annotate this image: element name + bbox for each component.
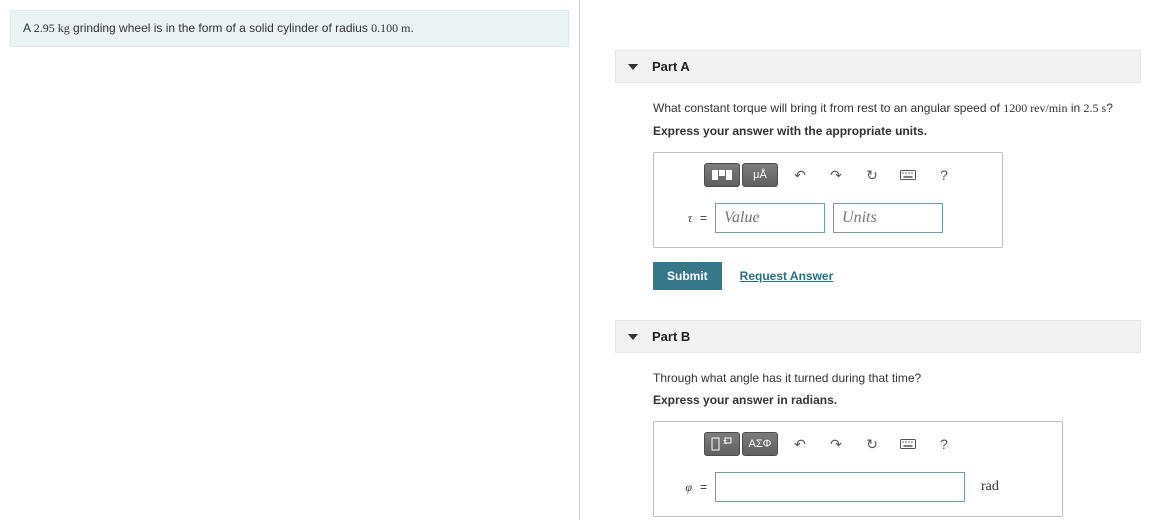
- part-b-body: Through what angle has it turned during …: [615, 371, 1141, 520]
- rad-unit: rad: [981, 479, 999, 495]
- problem-radius: 0.100 m: [371, 21, 410, 35]
- problem-text-a: A: [23, 21, 34, 35]
- caret-down-icon: [628, 334, 638, 340]
- part-b-title: Part B: [652, 329, 690, 344]
- part-a-toolbar: μÅ ↶ ↷ ↻ ?: [704, 163, 988, 187]
- undo-button[interactable]: ↶: [786, 163, 814, 187]
- phi-input[interactable]: [715, 472, 965, 502]
- problem-text-c: .: [411, 21, 414, 35]
- redo-button[interactable]: ↷: [822, 163, 850, 187]
- help-button[interactable]: ?: [930, 163, 958, 187]
- units-input[interactable]: [833, 203, 943, 233]
- qa-val: 1200 rev/min: [1003, 101, 1067, 115]
- keyboard-icon: [900, 170, 916, 180]
- greek-button[interactable]: ΑΣΦ: [742, 432, 778, 456]
- problem-column: A 2.95 kg grinding wheel is in the form …: [0, 0, 580, 520]
- help-button-b[interactable]: ?: [930, 432, 958, 456]
- part-a-question: What constant torque will bring it from …: [653, 101, 1141, 116]
- qa-pre: What constant torque will bring it from …: [653, 101, 1003, 115]
- problem-statement: A 2.95 kg grinding wheel is in the form …: [10, 10, 569, 47]
- part-b-header[interactable]: Part B: [615, 320, 1141, 353]
- undo-button-b[interactable]: ↶: [786, 432, 814, 456]
- part-b-section: Part B Through what angle has it turned …: [615, 320, 1141, 520]
- part-a-header[interactable]: Part A: [615, 50, 1141, 83]
- qa-mid: in: [1068, 101, 1084, 115]
- part-a-input-row: τ =: [668, 203, 988, 233]
- part-b-express: Express your answer in radians.: [653, 393, 1141, 407]
- part-b-answer-panel: x ΑΣΦ ↶ ↷ ↻ ? φ =: [653, 421, 1063, 517]
- part-a-title: Part A: [652, 59, 690, 74]
- keyboard-icon: [900, 439, 916, 449]
- request-answer-link-a[interactable]: Request Answer: [740, 269, 834, 283]
- submit-button-a[interactable]: Submit: [653, 262, 722, 290]
- layout: A 2.95 kg grinding wheel is in the form …: [0, 0, 1161, 520]
- part-b-toolbar: x ΑΣΦ ↶ ↷ ↻ ?: [704, 432, 1048, 456]
- part-a-express: Express your answer with the appropriate…: [653, 124, 1141, 138]
- part-a-answer-panel: μÅ ↶ ↷ ↻ ? τ =: [653, 152, 1003, 248]
- reset-button[interactable]: ↻: [858, 163, 886, 187]
- caret-down-icon: [628, 64, 638, 70]
- equals-b: =: [700, 480, 707, 494]
- equals-a: =: [700, 211, 707, 225]
- problem-text-b: grinding wheel is in the form of a solid…: [70, 21, 371, 35]
- qa-post: ?: [1106, 101, 1113, 115]
- keyboard-button-b[interactable]: [894, 432, 922, 456]
- part-a-actions: Submit Request Answer: [653, 262, 1141, 290]
- templates-icon: x: [711, 437, 733, 451]
- part-a-section: Part A What constant torque will bring i…: [615, 50, 1141, 290]
- templates-icon: [712, 170, 732, 180]
- reset-button-b[interactable]: ↻: [858, 432, 886, 456]
- keyboard-button[interactable]: [894, 163, 922, 187]
- part-a-body: What constant torque will bring it from …: [615, 101, 1141, 290]
- part-b-input-row: φ = rad: [668, 472, 1048, 502]
- templates-button[interactable]: [704, 163, 740, 187]
- phi-label: φ: [668, 480, 692, 495]
- tau-label: τ: [668, 211, 692, 226]
- parts-column: Part A What constant torque will bring i…: [580, 0, 1161, 520]
- qa-time: 2.5 s: [1084, 101, 1107, 115]
- redo-button-b[interactable]: ↷: [822, 432, 850, 456]
- templates-button-b[interactable]: x: [704, 432, 740, 456]
- units-button[interactable]: μÅ: [742, 163, 778, 187]
- value-input[interactable]: [715, 203, 825, 233]
- part-b-question: Through what angle has it turned during …: [653, 371, 1141, 385]
- problem-mass: 2.95 kg: [34, 21, 70, 35]
